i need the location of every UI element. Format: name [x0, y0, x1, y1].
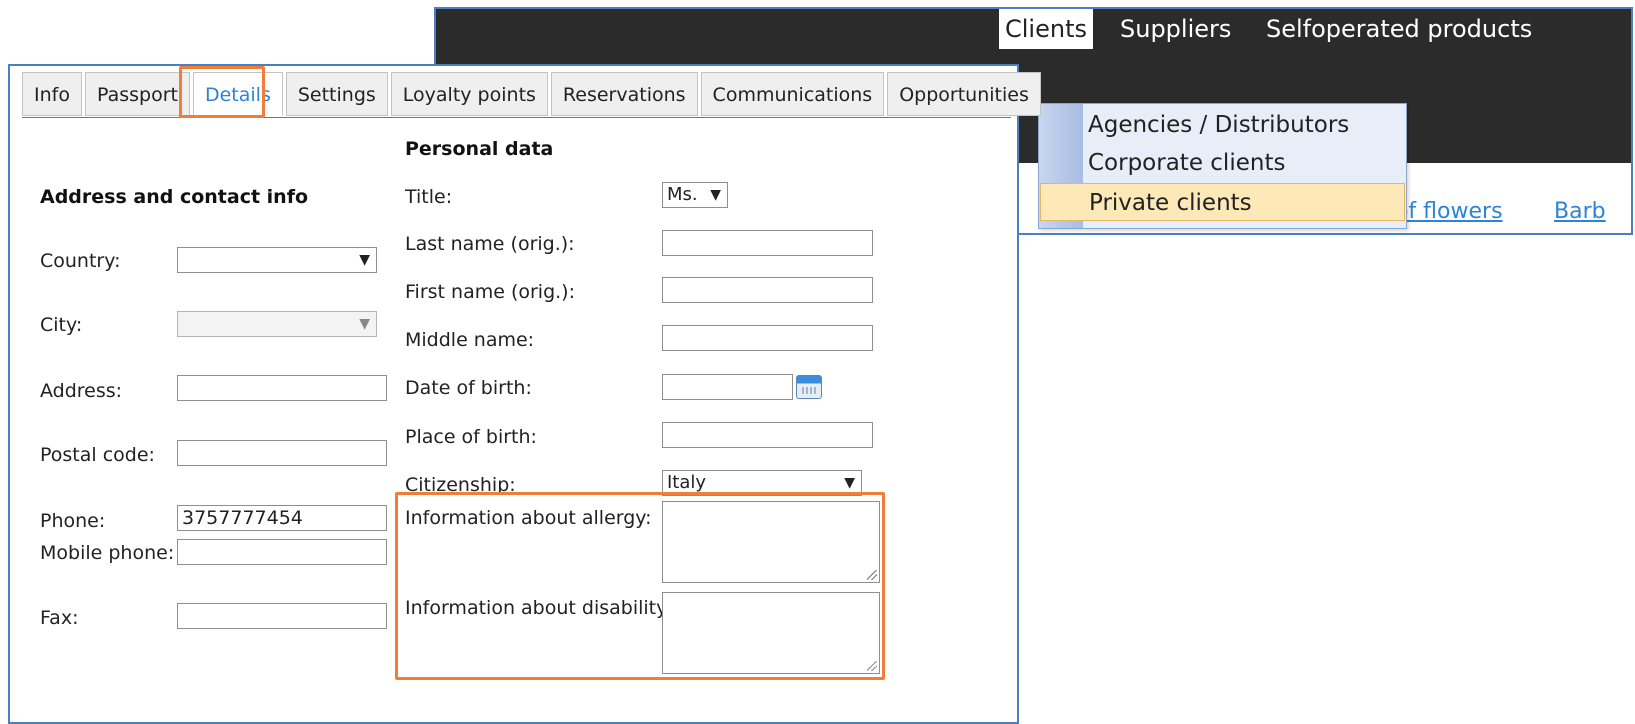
tab-communications[interactable]: Communications — [700, 72, 885, 116]
last-name-label: Last name (orig.): — [405, 233, 575, 255]
tab-underline — [22, 117, 1011, 118]
date-of-birth-input[interactable] — [662, 374, 793, 400]
place-of-birth-input[interactable] — [662, 422, 873, 448]
phone-label: Phone: — [40, 510, 106, 532]
chevron-down-icon: ▼ — [359, 316, 370, 332]
personal-data-heading: Personal data — [405, 138, 554, 160]
allergy-disability-highlight — [395, 492, 885, 680]
address-heading: Address and contact info — [40, 186, 309, 208]
title-select[interactable]: Ms. ▼ — [662, 182, 728, 208]
postal-code-label: Postal code: — [40, 444, 155, 466]
phone-input[interactable]: 3757777454 — [177, 505, 387, 531]
mobile-phone-input[interactable] — [177, 539, 387, 565]
link-partial-barb[interactable]: Barb — [1554, 194, 1606, 230]
details-tab-highlight — [179, 66, 265, 118]
country-label: Country: — [40, 250, 121, 272]
tab-bar: Info Passport Details Settings Loyalty p… — [22, 72, 1044, 118]
menu-item-private-clients[interactable]: Private clients — [1040, 183, 1405, 221]
chevron-down-icon: ▼ — [359, 252, 370, 268]
city-label: City: — [40, 314, 83, 336]
place-of-birth-label: Place of birth: — [405, 426, 537, 448]
fax-label: Fax: — [40, 607, 79, 629]
middle-name-input[interactable] — [662, 325, 873, 351]
nav-selfoperated-products[interactable]: Selfoperated products — [1266, 9, 1532, 49]
citizenship-value: Italy — [667, 472, 707, 493]
nav-suppliers[interactable]: Suppliers — [1120, 9, 1231, 49]
title-value: Ms. — [667, 184, 698, 205]
menu-item-corporate-clients[interactable]: Corporate clients — [1040, 144, 1405, 182]
tab-info[interactable]: Info — [22, 72, 82, 116]
clients-dropdown: Agencies / Distributors Corporate client… — [1038, 103, 1407, 229]
first-name-input[interactable] — [662, 277, 873, 303]
tab-reservations[interactable]: Reservations — [550, 72, 698, 116]
date-of-birth-label: Date of birth: — [405, 377, 532, 399]
tab-opportunities[interactable]: Opportunities — [887, 72, 1041, 116]
postal-code-input[interactable] — [177, 440, 387, 466]
tab-loyalty-points[interactable]: Loyalty points — [390, 72, 548, 116]
address-input[interactable] — [177, 375, 387, 401]
calendar-icon[interactable] — [796, 375, 822, 399]
city-select[interactable]: ▼ — [177, 311, 377, 337]
address-label: Address: — [40, 380, 123, 402]
tab-passport[interactable]: Passport — [84, 72, 190, 116]
fax-input[interactable] — [177, 603, 387, 629]
mobile-phone-label: Mobile phone: — [40, 542, 175, 564]
country-select[interactable]: ▼ — [177, 247, 377, 273]
last-name-input[interactable] — [662, 230, 873, 256]
chevron-down-icon: ▼ — [710, 187, 721, 203]
first-name-label: First name (orig.): — [405, 281, 575, 303]
tab-settings[interactable]: Settings — [285, 72, 388, 116]
nav-clients[interactable]: Clients — [999, 9, 1093, 49]
title-label: Title: — [405, 186, 453, 208]
middle-name-label: Middle name: — [405, 329, 535, 351]
menu-item-agencies[interactable]: Agencies / Distributors — [1040, 106, 1405, 144]
